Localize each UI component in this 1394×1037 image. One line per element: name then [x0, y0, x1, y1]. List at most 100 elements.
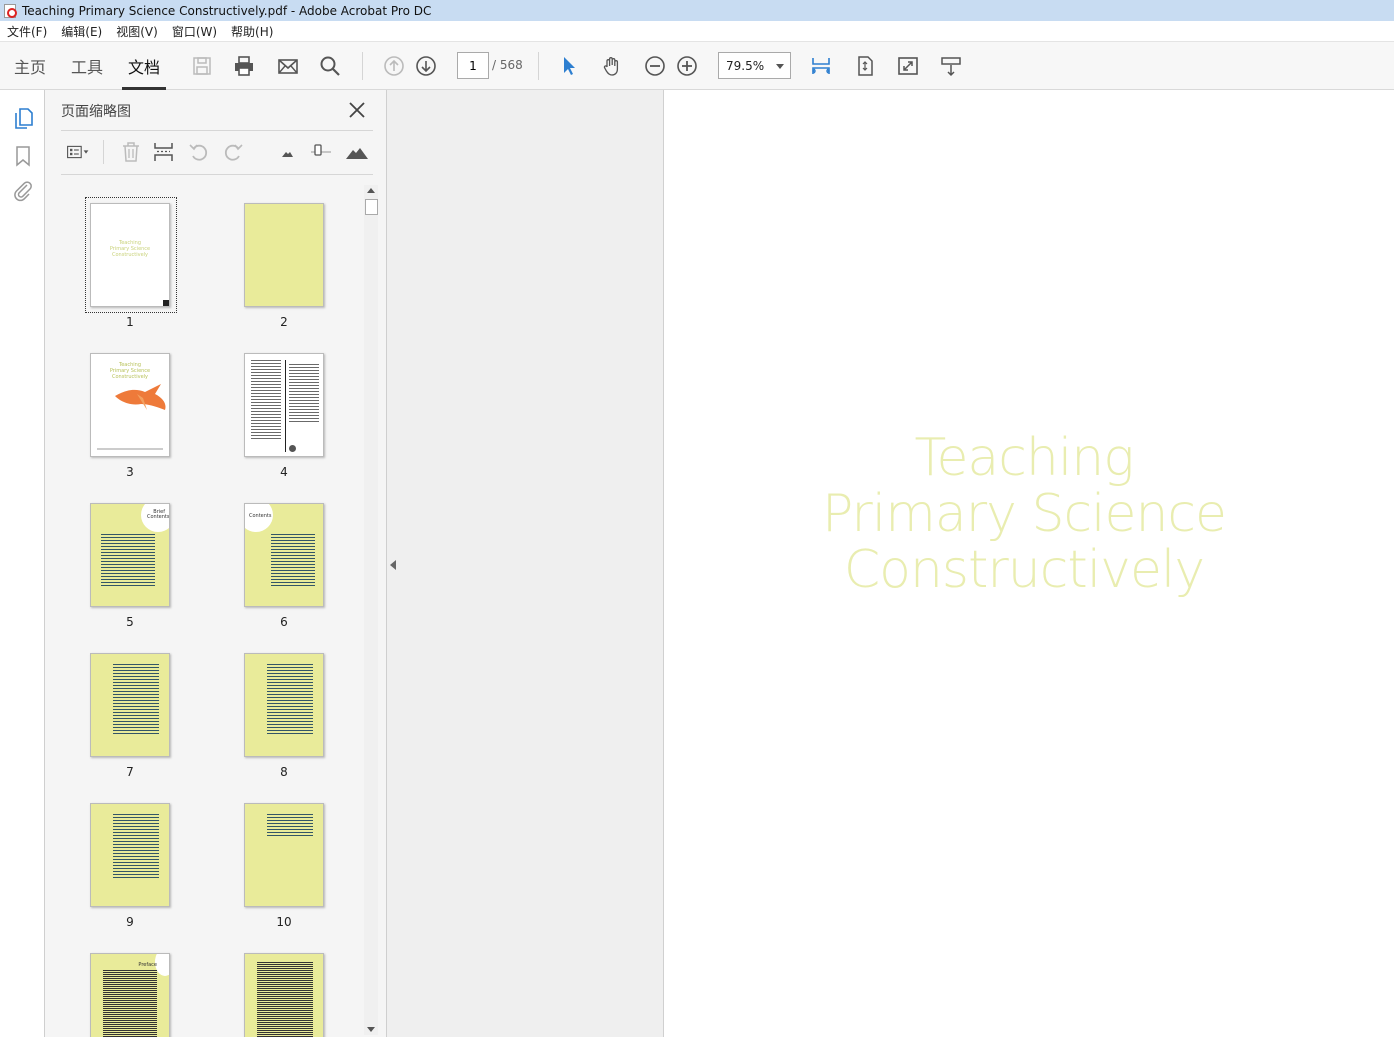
main-toolbar: 主页 工具 文档	[0, 42, 1394, 90]
thumb-heading: Preface	[138, 962, 157, 968]
cover-title-line: Teaching	[914, 428, 1135, 488]
panel-title: 页面缩略图	[61, 104, 131, 120]
close-icon[interactable]	[347, 100, 367, 120]
thumb-toc-lines	[265, 532, 321, 588]
navigation-rail	[0, 90, 45, 1037]
page-number-input[interactable]	[457, 52, 489, 79]
scrollbar-thumb[interactable]	[365, 199, 378, 215]
thumbnail-page-7[interactable]	[90, 653, 170, 757]
search-icon[interactable]	[317, 54, 343, 78]
thumbnail-page-2[interactable]	[244, 203, 324, 307]
thumb-column-rule	[285, 360, 286, 452]
thumb-toc-lines	[95, 532, 161, 588]
select-cursor-icon[interactable]	[556, 54, 582, 78]
thumbnail-page-3[interactable]: Teaching Primary Science Constructively	[90, 353, 170, 457]
cover-title: Teaching Primary Science Constructively	[784, 430, 1264, 598]
scroll-down-icon[interactable]	[367, 1027, 375, 1033]
delete-icon[interactable]	[117, 140, 145, 164]
pdf-file-icon	[4, 3, 17, 18]
thumb-text-block	[103, 970, 157, 1037]
thumb-cover-text: Teaching Primary Science Constructively	[109, 362, 151, 380]
thumb-toc-lines	[261, 812, 319, 838]
save-icon[interactable]	[189, 54, 215, 78]
thumbnail-number: 5	[126, 615, 134, 629]
thumb-logo	[289, 445, 296, 452]
previous-page-icon[interactable]	[381, 54, 407, 78]
thumbnail-page-9[interactable]	[90, 803, 170, 907]
fit-width-icon[interactable]	[808, 54, 834, 78]
thumbnail-page-12[interactable]	[244, 953, 324, 1037]
document-background	[387, 90, 664, 1037]
full-screen-icon[interactable]	[895, 54, 921, 78]
document-page[interactable]: Teaching Primary Science Constructively	[664, 90, 1394, 1037]
thumb-text-block	[257, 962, 313, 1037]
thumbnail-options-icon[interactable]	[61, 140, 95, 164]
thumb-heading-circle	[155, 954, 169, 976]
thumbnail-page-5[interactable]: Brief Contents	[90, 503, 170, 607]
window-titlebar: Teaching Primary Science Constructively.…	[0, 0, 1394, 21]
thumbnail-page-8[interactable]	[244, 653, 324, 757]
thumbnail-number: 9	[126, 915, 134, 929]
thumbnail-number: 1	[126, 315, 134, 329]
thumb-toc-lines	[261, 662, 319, 736]
tab-tools[interactable]: 工具	[64, 42, 110, 90]
insert-pages-icon[interactable]	[150, 140, 178, 164]
zoom-select[interactable]: 79.5%	[718, 52, 791, 79]
thumb-footer-line	[97, 448, 163, 450]
thumbnail-size-slider[interactable]	[307, 140, 335, 164]
thumbnail-number: 6	[280, 615, 288, 629]
thumbnail-number: 8	[280, 765, 288, 779]
menu-window[interactable]: 窗口(W)	[165, 23, 224, 40]
page-total: / 568	[492, 58, 523, 72]
zoom-out-icon[interactable]	[642, 54, 668, 78]
thumbnail-page-4[interactable]	[244, 353, 324, 457]
thumbnail-number: 4	[280, 465, 288, 479]
thumbnail-page-6[interactable]: Contents	[244, 503, 324, 607]
thumbnail-page-10[interactable]	[244, 803, 324, 907]
menu-file[interactable]: 文件(F)	[0, 23, 54, 40]
rotate-right-icon[interactable]	[219, 140, 247, 164]
thumbnails-scrollbar[interactable]	[364, 185, 378, 1035]
thumbnail-number: 10	[276, 915, 292, 929]
panel-separator	[103, 140, 104, 164]
thumb-heading: Contents	[249, 513, 272, 519]
thumbnail-larger-icon[interactable]	[343, 140, 371, 164]
chevron-down-icon	[776, 64, 784, 69]
email-icon[interactable]	[275, 54, 301, 78]
thumb-toc-lines	[107, 812, 165, 880]
thumb-text-block	[251, 360, 281, 440]
next-page-icon[interactable]	[413, 54, 439, 78]
menu-edit[interactable]: 编辑(E)	[54, 23, 109, 40]
scroll-mode-icon[interactable]	[938, 54, 964, 78]
menu-view[interactable]: 视图(V)	[109, 23, 165, 40]
attachment-icon[interactable]	[11, 178, 35, 202]
thumbnail-number: 7	[126, 765, 134, 779]
bookmark-icon[interactable]	[11, 144, 35, 168]
menu-bar: 文件(F) 编辑(E) 视图(V) 窗口(W) 帮助(H)	[0, 21, 1394, 42]
thumbnail-smaller-icon[interactable]	[273, 140, 301, 164]
tab-document[interactable]: 文档	[122, 42, 166, 90]
panel-divider	[61, 130, 373, 131]
hand-tool-icon[interactable]	[599, 54, 625, 78]
window-title: Teaching Primary Science Constructively.…	[22, 3, 432, 18]
thumb-heading: Brief Contents	[147, 509, 170, 520]
thumbnails-list: Teaching Primary Science Constructively 1 …	[61, 175, 363, 1037]
zoom-in-icon[interactable]	[674, 54, 700, 78]
page-thumbnails-icon[interactable]	[11, 106, 35, 130]
rotate-left-icon[interactable]	[185, 140, 213, 164]
zoom-value: 79.5%	[726, 58, 765, 73]
thumbnail-page-1[interactable]: Teaching Primary Science Constructively	[90, 203, 170, 307]
thumb-cover-text: Teaching Primary Science Constructively	[109, 240, 151, 258]
thumb-toc-lines	[107, 662, 165, 736]
resize-handle[interactable]	[163, 300, 169, 306]
bird-illustration	[115, 384, 166, 410]
fit-page-icon[interactable]	[852, 54, 878, 78]
print-icon[interactable]	[231, 54, 257, 78]
cover-title-line: Constructively	[843, 540, 1205, 600]
scroll-up-icon[interactable]	[367, 187, 375, 193]
thumbnails-panel: 页面缩略图 Teaching Primary Science Constructiv…	[45, 90, 387, 1037]
thumbnail-page-11[interactable]: Preface	[90, 953, 170, 1037]
tab-home[interactable]: 主页	[8, 42, 52, 90]
collapse-panel-icon[interactable]	[390, 560, 396, 570]
menu-help[interactable]: 帮助(H)	[224, 23, 280, 40]
